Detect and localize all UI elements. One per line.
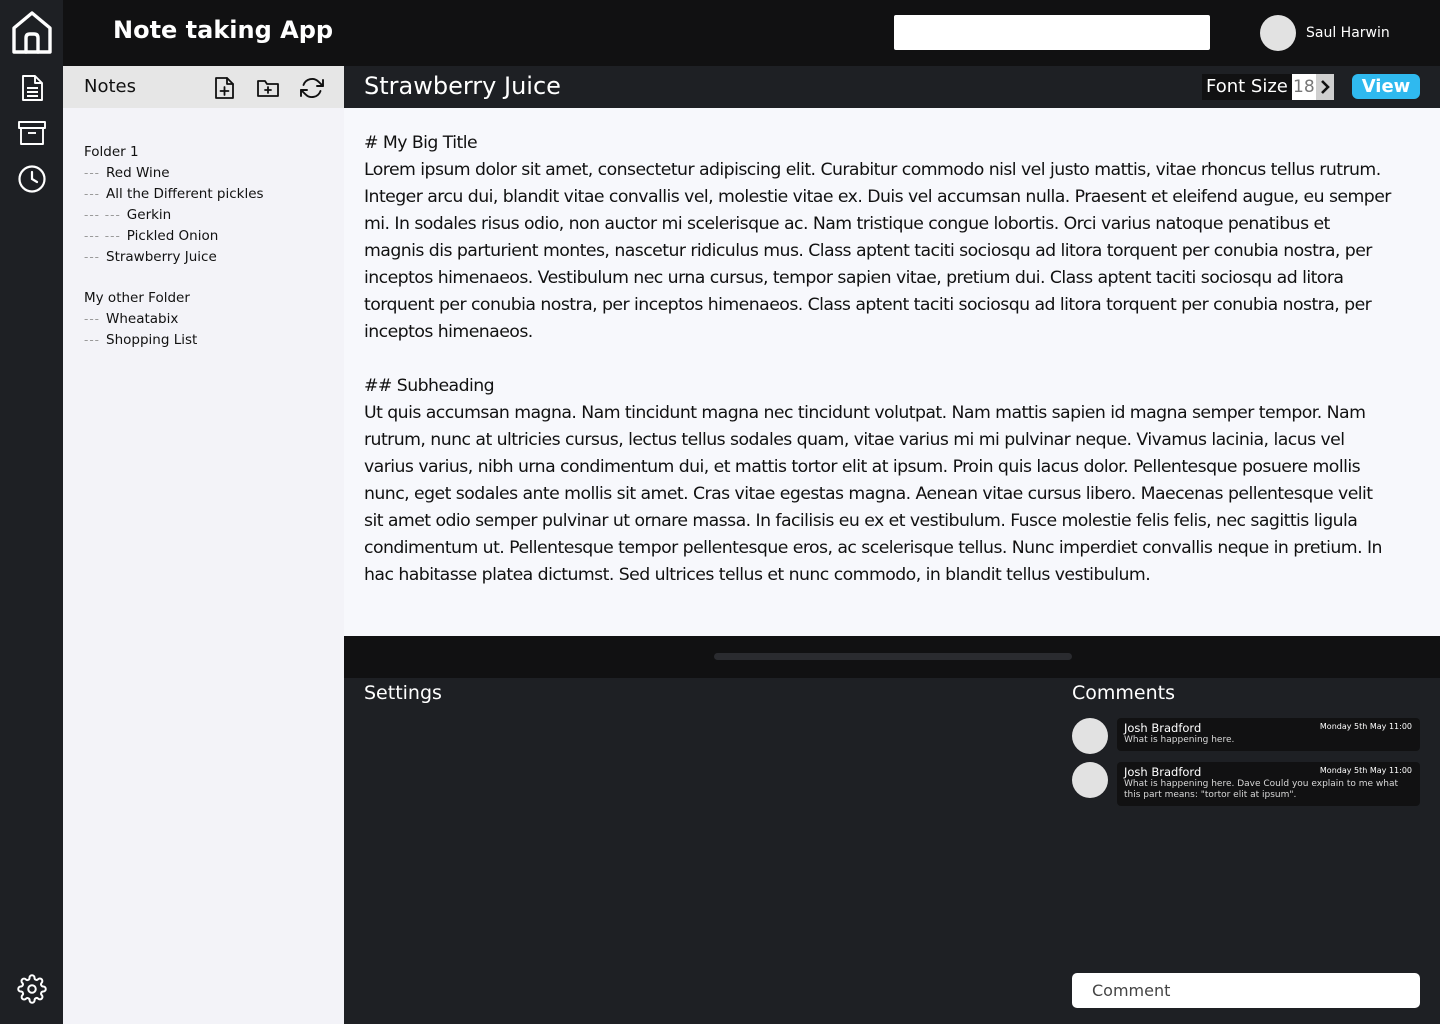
note-section: # My Big Title Lorem ipsum dolor sit ame… — [364, 130, 1392, 346]
tree-item-red-wine[interactable]: --- Red Wine — [84, 163, 334, 184]
avatar[interactable] — [1072, 762, 1108, 798]
note-title[interactable]: Strawberry Juice — [364, 72, 561, 100]
tree-item-label: Pickled Onion — [126, 228, 219, 244]
comment-bubble: Josh Bradford Monday 5th May 11:00 What … — [1117, 718, 1420, 751]
icon-rail — [0, 0, 63, 1024]
drawer-top-bar — [344, 636, 1440, 678]
tree-item-label: All the Different pickles — [106, 186, 264, 202]
font-size-control: Font Size 18 — [1202, 74, 1334, 100]
comment-bubble: Josh Bradford Monday 5th May 11:00 What … — [1117, 762, 1420, 806]
notes-tree: Folder 1 --- Red Wine --- All the Differ… — [84, 142, 334, 351]
font-size-value[interactable]: 18 — [1291, 74, 1316, 100]
tree-dash: --- --- — [84, 208, 121, 222]
chevron-right-icon[interactable] — [1315, 74, 1334, 100]
comment-text: What is happening here. — [1124, 735, 1235, 745]
tree-item-pickled-onion[interactable]: --- --- Pickled Onion — [84, 226, 334, 247]
note-editor[interactable]: # My Big Title Lorem ipsum dolor sit ame… — [344, 108, 1440, 636]
refresh-icon[interactable] — [299, 75, 325, 101]
note-paragraph: Lorem ipsum dolor sit amet, consectetur … — [364, 160, 1391, 342]
comment-text: What is happening here. Dave Could you e… — [1124, 779, 1399, 800]
comment-input[interactable] — [1072, 973, 1420, 1008]
tree-item-shopping-list[interactable]: --- Shopping List — [84, 330, 334, 351]
tree-item-pickles[interactable]: --- All the Different pickles — [84, 184, 334, 205]
home-icon[interactable] — [0, 8, 63, 56]
notes-title: Notes — [84, 76, 136, 97]
font-size-label: Font Size — [1206, 76, 1288, 97]
settings-title: Settings — [364, 682, 442, 704]
search-input[interactable] — [894, 15, 1210, 50]
note-section: ## Subheading Ut quis accumsan magna. Na… — [364, 373, 1392, 589]
tree-dash: --- — [84, 312, 100, 326]
tree-item-label: Strawberry Juice — [106, 249, 217, 265]
tree-dash: --- — [84, 250, 100, 264]
avatar[interactable] — [1072, 718, 1108, 754]
note-paragraph: Ut quis accumsan magna. Nam tincidunt ma… — [364, 403, 1382, 585]
tree-item-label: Shopping List — [106, 332, 198, 348]
tree-item-label: Wheatabix — [106, 311, 179, 327]
user-avatar[interactable] — [1260, 15, 1296, 51]
tree-dash: --- — [84, 166, 100, 180]
tree-item-label: Red Wine — [106, 165, 170, 181]
tree-dash: --- --- — [84, 229, 121, 243]
user-name[interactable]: Saul Harwin — [1306, 25, 1390, 41]
note-heading: # My Big Title — [364, 133, 478, 153]
top-bar: Note taking App Saul Harwin — [63, 0, 1440, 66]
tree-item-strawberry-juice[interactable]: --- Strawberry Juice — [84, 247, 334, 268]
gear-icon[interactable] — [0, 974, 63, 1004]
drawer-resize-handle[interactable] — [714, 653, 1072, 660]
clock-icon[interactable] — [0, 164, 63, 194]
archive-icon[interactable] — [0, 120, 63, 146]
tree-item-wheatabix[interactable]: --- Wheatabix — [84, 309, 334, 330]
new-folder-icon[interactable] — [255, 75, 281, 101]
view-button[interactable]: View — [1352, 74, 1420, 99]
new-note-icon[interactable] — [211, 75, 237, 101]
tree-item-gerkin[interactable]: --- --- Gerkin — [84, 205, 334, 226]
notes-header: Notes — [63, 66, 344, 108]
document-icon[interactable] — [0, 74, 63, 102]
tree-folder[interactable]: My other Folder — [84, 288, 334, 309]
comment-date: Monday 5th May 11:00 — [1319, 766, 1412, 775]
comments-title: Comments — [1072, 682, 1175, 704]
note-subheading: ## Subheading — [364, 376, 495, 396]
notes-sidebar: Notes Folder 1 --- Red Wine --- All the … — [63, 66, 344, 1024]
tree-folder[interactable]: Folder 1 — [84, 142, 334, 163]
bottom-drawer: Settings Comments Josh Bradford Monday 5… — [344, 636, 1440, 1024]
app-title: Note taking App — [113, 16, 334, 44]
editor-header: Strawberry Juice Font Size 18 View — [344, 66, 1440, 108]
comment-date: Monday 5th May 11:00 — [1319, 722, 1412, 731]
tree-dash: --- — [84, 187, 100, 201]
tree-dash: --- — [84, 333, 100, 347]
tree-item-label: Gerkin — [126, 207, 172, 223]
